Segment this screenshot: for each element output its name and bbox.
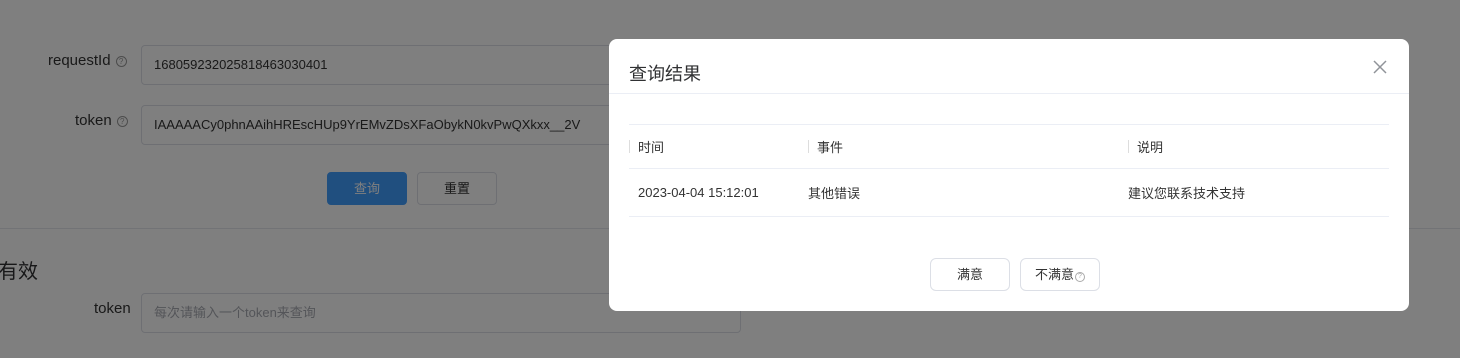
column-header-event[interactable]: 事件 — [808, 125, 1128, 168]
table-row: 2023-04-04 15:12:01 其他错误 建议您联系技术支持 — [629, 169, 1389, 217]
close-icon[interactable] — [1371, 58, 1389, 76]
cell-time: 2023-04-04 15:12:01 — [638, 185, 759, 200]
column-header-time[interactable]: 时间 — [629, 125, 799, 168]
table-header: 时间 事件 说明 — [629, 124, 1389, 169]
satisfied-button[interactable]: 满意 — [930, 258, 1010, 291]
dialog-title: 查询结果 — [629, 64, 701, 84]
result-table: 时间 事件 说明 2023-04-04 15:12:01 其他错误 建议您联系技… — [629, 124, 1389, 217]
dialog-header: 查询结果 — [609, 39, 1409, 94]
column-header-note[interactable]: 说明 — [1128, 125, 1388, 168]
unsatisfied-button[interactable]: 不满意? — [1020, 258, 1100, 291]
cell-event: 其他错误 — [808, 186, 861, 201]
query-result-dialog: 查询结果 时间 事件 说明 2023-04-04 15:12:01 其他错误 建… — [609, 39, 1409, 311]
cell-note: 建议您联系技术支持 — [1128, 186, 1246, 201]
unsatisfied-label: 不满意 — [1034, 267, 1074, 282]
help-icon[interactable]: ? — [1075, 272, 1085, 282]
